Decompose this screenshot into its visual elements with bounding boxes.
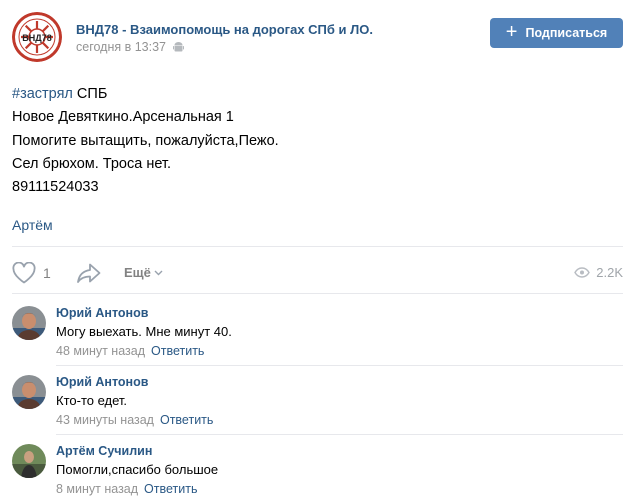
actions-divider [12, 293, 623, 294]
comment-text: Кто-то едет. [56, 393, 128, 408]
post-actions: 1 Ещё 2.2K [12, 259, 623, 285]
reply-button[interactable]: Ответить [144, 482, 197, 496]
user-photo-icon [12, 306, 46, 340]
views-count: 2.2K [596, 265, 623, 280]
comment-text: Могу выехать. Мне минут 40. [56, 324, 232, 339]
group-logo-icon: ВНД78 [12, 12, 62, 62]
post-line-hashtag: #застрял СПБ [12, 83, 279, 106]
post-line: 89111524033 [12, 179, 99, 196]
more-label: Ещё [124, 265, 151, 280]
comment-meta: 43 минуты назад Ответить [56, 413, 213, 427]
comment-time[interactable]: 8 минут назад [56, 482, 138, 496]
comment-author-link[interactable]: Юрий Антонов [56, 375, 148, 389]
post-header: ВНД78 ВНД78 - Взаимопомощь на дорогах СП… [12, 12, 623, 62]
plus-icon: + [505, 21, 518, 43]
group-logo-text: ВНД78 [22, 33, 51, 43]
post-line: Сел брюхом. Троса нет. [12, 155, 171, 172]
post-timestamp[interactable]: сегодня в 13:37 [76, 40, 185, 54]
comment-divider [56, 365, 623, 366]
comment-author-link[interactable]: Юрий Антонов [56, 306, 148, 320]
reply-button[interactable]: Ответить [160, 413, 213, 427]
post-line: Помогите вытащить, пожалуйста,Пежо. [12, 132, 279, 149]
hashtag-suffix: СПБ [72, 86, 108, 102]
comment-time[interactable]: 43 минуты назад [56, 413, 154, 427]
more-button[interactable]: Ещё [124, 265, 163, 280]
like-count: 1 [43, 265, 51, 281]
comment-meta: 8 минут назад Ответить [56, 482, 197, 496]
share-arrow-icon [77, 263, 101, 283]
post-line: Новое Девяткино.Арсенальная 1 [12, 109, 234, 126]
chevron-down-icon [154, 270, 163, 275]
post-time-text: сегодня в 13:37 [76, 40, 166, 54]
views-counter: 2.2K [574, 265, 623, 280]
share-button[interactable] [76, 262, 102, 289]
comment-text: Помогли,спасибо большое [56, 462, 219, 477]
hashtag-link[interactable]: #застрял [12, 86, 73, 102]
post-body: #застрял СПБ Новое Девяткино.Арсенальная… [12, 83, 279, 199]
group-name-link[interactable]: ВНД78 - Взаимопомощь на дорогах СПб и ЛО… [76, 22, 373, 37]
comment-author-link[interactable]: Артём Сучилин [56, 444, 152, 458]
comment-avatar[interactable] [12, 444, 46, 478]
comment-item: Юрий Антонов Кто-то едет. 43 минуты наза… [12, 375, 623, 435]
comment-avatar[interactable] [12, 306, 46, 340]
group-avatar[interactable]: ВНД78 [12, 12, 62, 62]
subscribe-button[interactable]: + Подписаться [490, 18, 623, 48]
like-button[interactable]: 1 [12, 262, 51, 284]
post-signer-link[interactable]: Артём [12, 217, 53, 233]
user-photo-icon [12, 375, 46, 409]
comment-time[interactable]: 48 минут назад [56, 344, 145, 358]
comment-item: Юрий Антонов Могу выехать. Мне минут 40.… [12, 306, 623, 366]
reply-button[interactable]: Ответить [151, 344, 204, 358]
android-icon [173, 42, 185, 52]
user-photo-icon [12, 444, 46, 478]
comment-meta: 48 минут назад Ответить [56, 344, 204, 358]
comment-avatar[interactable] [12, 375, 46, 409]
comment-item: Артём Сучилин Помогли,спасибо большое 8 … [12, 444, 623, 498]
post-divider [12, 246, 623, 247]
subscribe-label: Подписаться [525, 26, 608, 40]
eye-icon [574, 267, 591, 278]
comment-divider [56, 434, 623, 435]
heart-icon [12, 262, 36, 284]
